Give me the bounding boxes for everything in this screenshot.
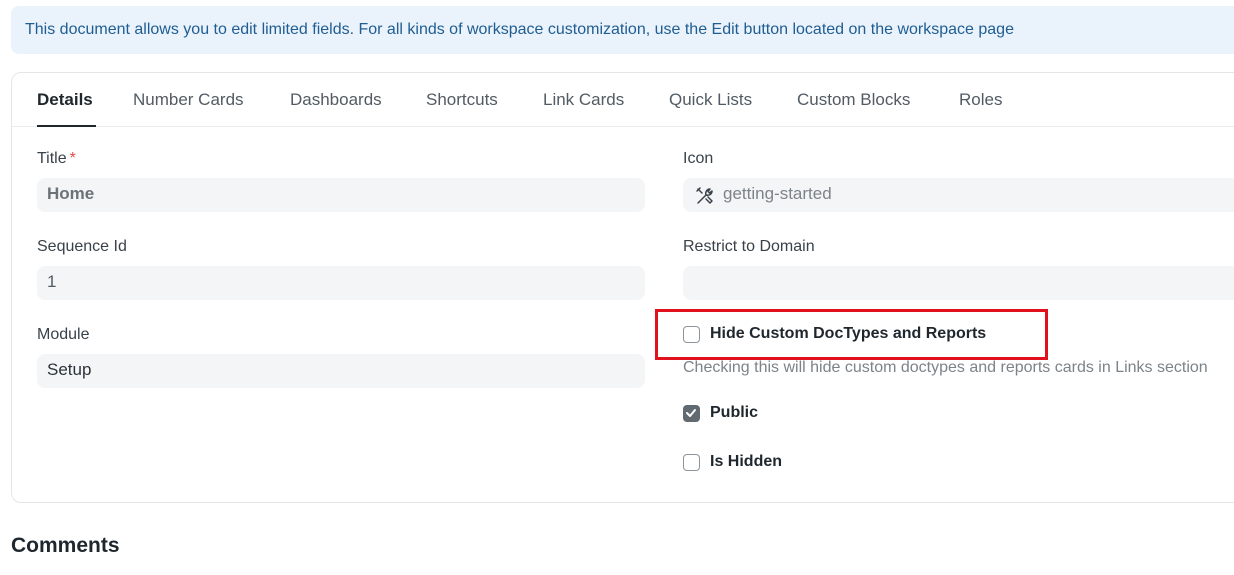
highlight-box <box>655 309 1048 360</box>
is-hidden-label: Is Hidden <box>710 453 783 470</box>
public-checkbox-row[interactable]: Public <box>683 404 803 424</box>
icon-field[interactable]: getting-started <box>683 178 1234 212</box>
title-field[interactable]: Home <box>37 178 645 212</box>
is-hidden-checkbox[interactable] <box>683 454 700 471</box>
title-label: Title * <box>37 150 76 167</box>
tab-roles[interactable]: Roles <box>959 90 1002 110</box>
module-field[interactable]: Setup <box>37 354 645 388</box>
sequence-id-label: Sequence Id <box>37 238 127 255</box>
module-label: Module <box>37 326 90 343</box>
form-tabs: Details Number Cards Dashboards Shortcut… <box>12 73 1234 127</box>
checkmark-icon <box>686 409 696 417</box>
sequence-id-field[interactable]: 1 <box>37 266 645 300</box>
tab-dashboards[interactable]: Dashboards <box>290 90 382 110</box>
icon-label: Icon <box>683 150 714 167</box>
tab-number-cards[interactable]: Number Cards <box>133 90 244 110</box>
tab-details[interactable]: Details <box>37 90 93 110</box>
restrict-domain-field[interactable] <box>683 266 1234 300</box>
restrict-domain-label: Restrict to Domain <box>683 238 815 255</box>
icon-field-value: getting-started <box>723 184 832 203</box>
info-banner: This document allows you to edit limited… <box>11 6 1234 54</box>
required-mark: * <box>69 150 76 167</box>
tab-link-cards[interactable]: Link Cards <box>543 90 624 110</box>
is-hidden-checkbox-row[interactable]: Is Hidden <box>683 453 803 473</box>
active-tab-indicator <box>37 125 96 127</box>
public-label: Public <box>710 404 759 421</box>
comments-heading: Comments <box>11 534 120 557</box>
info-banner-text: This document allows you to edit limited… <box>25 21 1014 38</box>
tools-icon <box>695 186 715 206</box>
workspace-form-card: Details Number Cards Dashboards Shortcut… <box>11 72 1234 503</box>
tab-quick-lists[interactable]: Quick Lists <box>669 90 752 110</box>
hide-custom-description: Checking this will hide custom doctypes … <box>683 359 1208 376</box>
public-checkbox[interactable] <box>683 405 700 422</box>
tab-shortcuts[interactable]: Shortcuts <box>426 90 498 110</box>
tab-custom-blocks[interactable]: Custom Blocks <box>797 90 910 110</box>
